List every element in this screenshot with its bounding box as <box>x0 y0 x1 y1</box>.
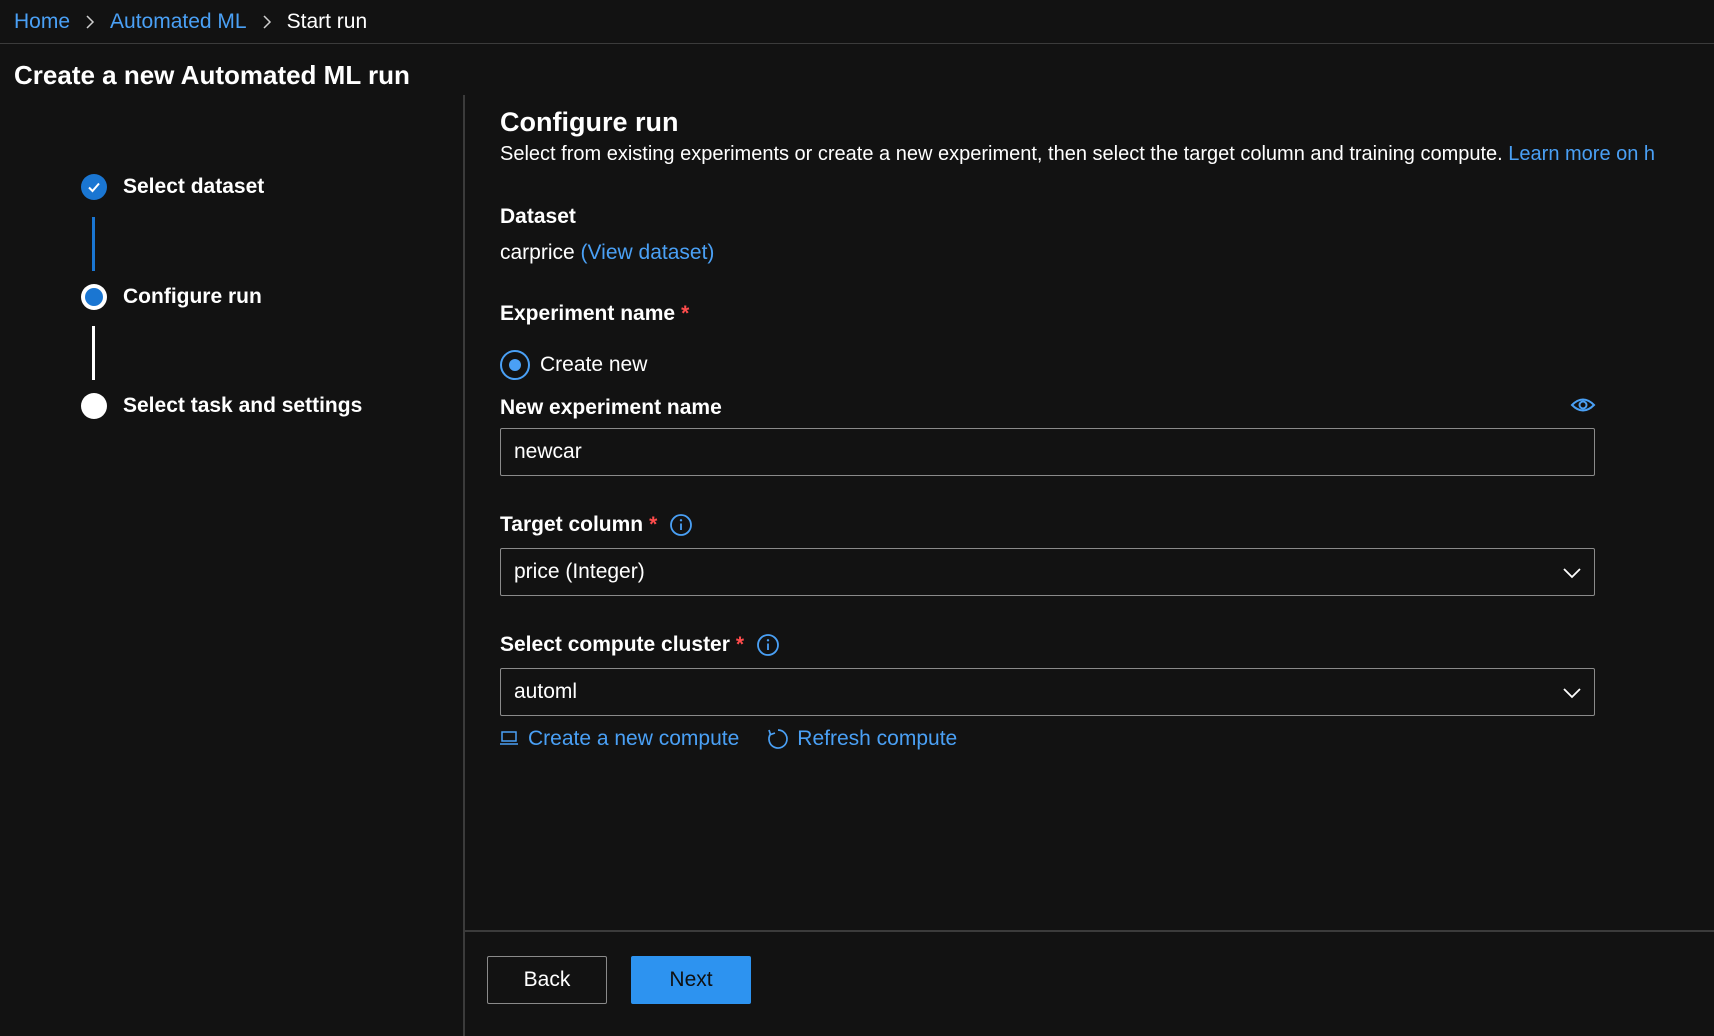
section-title: Configure run <box>500 107 679 137</box>
chevron-down-icon <box>1563 568 1581 579</box>
create-new-compute-label: Create a new compute <box>528 727 740 750</box>
description-text: Select from existing experiments or crea… <box>500 143 1503 165</box>
wizard-steps: Select dataset Configure run Select task… <box>0 95 463 1036</box>
current-step-icon <box>81 284 107 310</box>
target-column-label-text: Target column <box>500 513 644 536</box>
footer-divider <box>465 930 1714 932</box>
target-column-label: Target column * <box>500 513 693 537</box>
breadcrumb-automated-ml-link[interactable]: Automated ML <box>110 10 247 34</box>
step-connector <box>92 326 95 380</box>
step-label: Select dataset <box>123 175 265 198</box>
radio-button[interactable] <box>500 350 530 380</box>
compute-cluster-label-text: Select compute cluster <box>500 633 730 656</box>
required-indicator: * <box>681 302 690 325</box>
chevron-down-icon <box>1563 688 1581 699</box>
refresh-compute-label: Refresh compute <box>797 727 958 750</box>
section-description: Select from existing experiments or crea… <box>500 143 1714 166</box>
pending-step-icon <box>81 393 107 419</box>
panel-divider <box>463 95 465 1036</box>
target-column-dropdown[interactable]: price (Integer) <box>500 548 1595 596</box>
computer-icon <box>500 731 518 745</box>
step-connector <box>92 217 95 271</box>
step-select-dataset[interactable]: Select dataset <box>81 174 264 200</box>
new-experiment-name-label-text: New experiment name <box>500 396 722 419</box>
compute-actions: Create a new compute Refresh compute <box>500 727 957 751</box>
dataset-label: Dataset <box>500 205 576 229</box>
step-label: Select task and settings <box>123 394 363 417</box>
refresh-compute-link[interactable]: Refresh compute <box>767 727 957 751</box>
experiment-name-label: Experiment name * <box>500 302 689 326</box>
step-configure-run[interactable]: Configure run <box>81 284 262 310</box>
dataset-value: carprice (View dataset) <box>500 241 714 265</box>
experiment-name-input[interactable] <box>514 440 1594 464</box>
required-indicator: * <box>735 633 745 656</box>
page-title: Create a new Automated ML run <box>14 60 410 90</box>
new-experiment-name-label: New experiment name <box>500 396 722 420</box>
chevron-right-icon <box>247 14 287 29</box>
eye-icon[interactable] <box>1570 395 1596 415</box>
compute-cluster-value: automl <box>514 680 578 703</box>
breadcrumb-current: Start run <box>286 9 368 33</box>
required-indicator: * <box>649 513 658 536</box>
learn-more-link[interactable]: Learn more on h <box>1508 143 1655 165</box>
configure-run-panel: Configure run Select from existing exper… <box>500 95 1714 930</box>
experiment-name-field[interactable] <box>500 428 1595 476</box>
breadcrumb: Home Automated ML Start run <box>0 0 1714 44</box>
chevron-right-icon <box>70 14 110 29</box>
breadcrumb-home-link[interactable]: Home <box>14 10 70 34</box>
experiment-name-label-text: Experiment name <box>500 302 676 325</box>
step-label: Configure run <box>123 285 262 308</box>
view-dataset-link[interactable]: (View dataset) <box>581 241 715 264</box>
dataset-label-text: Dataset <box>500 205 576 228</box>
refresh-icon <box>768 729 789 749</box>
compute-cluster-label: Select compute cluster * <box>500 633 780 657</box>
info-icon[interactable] <box>756 633 780 657</box>
compute-cluster-dropdown[interactable]: automl <box>500 668 1595 716</box>
checkmark-icon <box>81 174 107 200</box>
next-button[interactable]: Next <box>631 956 751 1004</box>
target-column-value: price (Integer) <box>514 560 645 583</box>
radio-label: Create new <box>540 353 648 376</box>
info-icon[interactable] <box>669 513 693 537</box>
create-new-radio[interactable]: Create new <box>500 350 647 380</box>
create-new-compute-link[interactable]: Create a new compute <box>500 727 739 751</box>
back-button[interactable]: Back <box>487 956 607 1004</box>
dataset-name: carprice <box>500 241 575 264</box>
step-select-task-and-settings[interactable]: Select task and settings <box>81 393 362 419</box>
